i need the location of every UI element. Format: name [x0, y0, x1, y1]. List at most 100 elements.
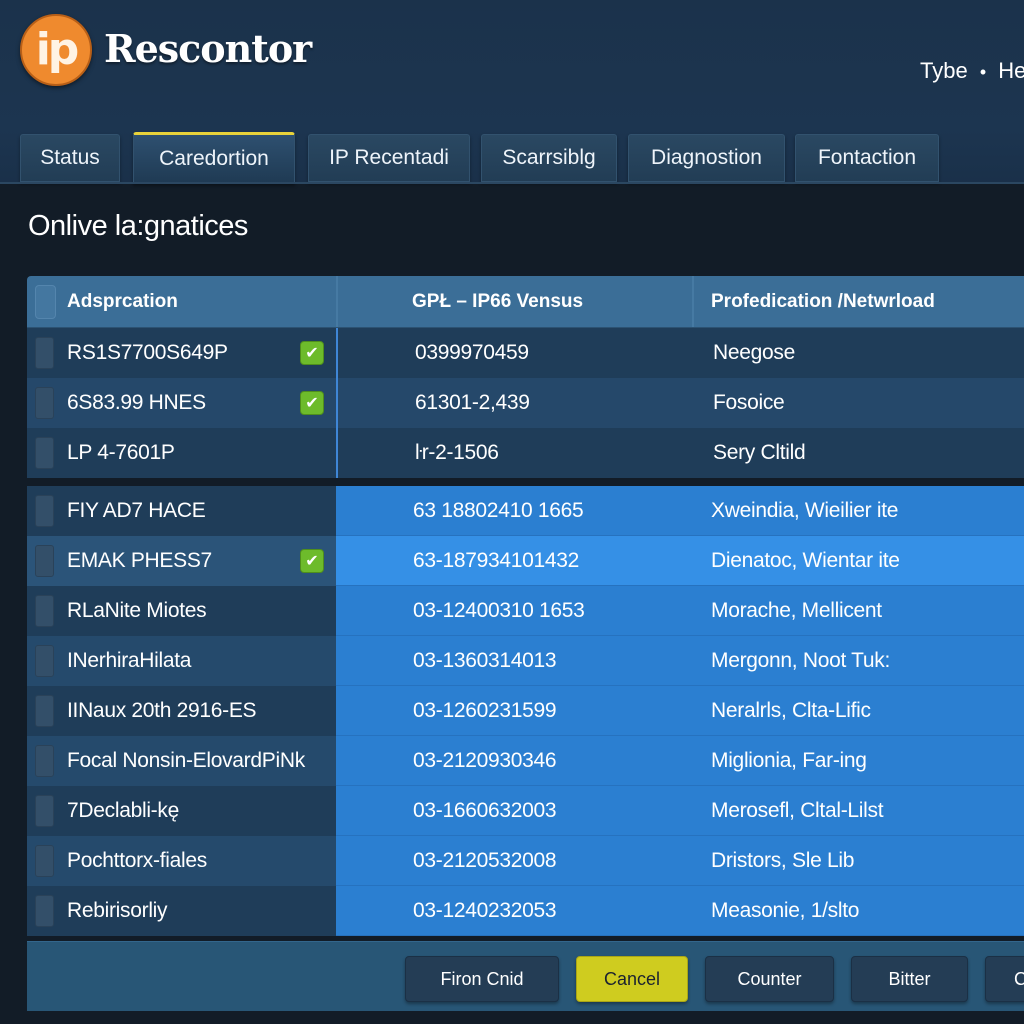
ip-value: 03-2120532008 [413, 848, 557, 872]
tab-fontaction[interactable]: Fontaction [795, 134, 939, 182]
ip-value: 03-1260231599 [413, 698, 557, 722]
application-name: Rebirisorliy [67, 899, 168, 922]
table-row[interactable]: IINaux 20th 2916-ES 03-1260231599 Neralrls… [27, 686, 1024, 736]
application-cell: Focal Nonsin-ElovardPiNk [27, 736, 336, 786]
application-name: EMAK PHESS7 [67, 549, 212, 572]
table-row[interactable]: 6S83.99 HNES ✔ 61301-2,439 Fosoice [27, 378, 1024, 428]
details-cell: ŀr-2-1506 Sery Cltild [336, 428, 1024, 478]
location-value: Dienatoc, Wientar ite [711, 548, 900, 572]
location-value: Merosefl, Cltal-Lilst [711, 798, 884, 822]
check-icon: ✔ [300, 341, 324, 365]
tab-diagnostion[interactable]: Diagnostion [628, 134, 785, 182]
ip-value: 0399970459 [415, 341, 529, 364]
location-value: Sery Cltild [713, 441, 806, 464]
cancel-button[interactable]: Cancel [576, 956, 688, 1002]
details-cell: 63 18802410 1665 Xweindia, Wieilier ite [336, 486, 1024, 536]
diagnostics-table: Adsprcation GPŁ – IP66 Vensus Profedicat… [27, 276, 1024, 936]
row-checkbox[interactable] [35, 595, 54, 627]
row-checkbox[interactable] [35, 845, 54, 877]
tab-caredortion[interactable]: Caredortion [133, 132, 295, 184]
row-checkbox[interactable] [35, 337, 54, 369]
header-meta: Tybe • He [920, 58, 1024, 84]
row-checkbox[interactable] [35, 645, 54, 677]
column-header-application[interactable]: Adsprcation [67, 291, 178, 313]
column-header-location[interactable]: Profedication /Netwrload [711, 291, 935, 313]
separator-dot: • [979, 62, 987, 82]
details-cell: 03-2120532008 Dristors, Sle Lib [336, 836, 1024, 886]
ip-value: 03-1660632003 [413, 798, 557, 822]
table-row[interactable]: FIY AD7 HACE 63 18802410 1665 Xweindia, Wi… [27, 486, 1024, 536]
row-checkbox[interactable] [35, 695, 54, 727]
row-checkbox[interactable] [35, 795, 54, 827]
application-name: 7Declabli-kę [67, 799, 179, 822]
location-value: Neegose [713, 341, 795, 364]
section-title: Onlive la:gnatices [28, 210, 248, 242]
row-checkbox[interactable] [35, 895, 54, 927]
row-checkbox[interactable] [35, 545, 54, 577]
table-row[interactable]: Rebirisorliy 03-1240232053 Measonie, 1/slt… [27, 886, 1024, 936]
app-header: ip Rescontor Tybe • He Status Caredortio… [0, 0, 1024, 184]
application-name: RLaNite Miotes [67, 599, 207, 622]
location-value: Mergonn, Noot Tuk: [711, 648, 891, 672]
ip-logo-icon: ip [20, 14, 92, 86]
column-divider [692, 276, 694, 327]
bitter-button[interactable]: Bitter [851, 956, 968, 1002]
details-cell: 03-1360314013 Mergonn, Noot Tuk: [336, 636, 1024, 686]
table-row[interactable]: Pochttorx-fiales 03-2120532008 Dristors, S… [27, 836, 1024, 886]
table-row[interactable]: RLaNite Miotes 03-12400310 1653 Morache, M… [27, 586, 1024, 636]
application-cell: 7Declabli-kę [27, 786, 336, 836]
column-header-ip[interactable]: GPŁ – IP66 Vensus [412, 291, 583, 313]
help-link[interactable]: He [998, 58, 1024, 83]
application-cell: RLaNite Miotes [27, 586, 336, 636]
location-value: Fosoice [713, 391, 785, 414]
location-value: Measonie, 1/slto [711, 898, 860, 922]
extra-button[interactable]: C [985, 956, 1024, 1002]
application-name: Pochttorx-fiales [67, 849, 207, 872]
table-row[interactable]: Focal Nonsin-ElovardPiNk 03-2120930346 Mig… [27, 736, 1024, 786]
details-cell: 03-2120930346 Miglionia, Far-ing [336, 736, 1024, 786]
ip-value: 03-12400310 1653 [413, 598, 585, 622]
select-all-checkbox[interactable] [35, 285, 56, 319]
details-cell: 63-187934101432 Dienatoc, Wientar ite [336, 536, 1024, 586]
application-cell: FIY AD7 HACE [27, 486, 336, 536]
ip-value: 03-1360314013 [413, 648, 557, 672]
application-cell: 6S83.99 HNES ✔ [27, 378, 336, 428]
row-checkbox[interactable] [35, 437, 54, 469]
row-checkbox[interactable] [35, 387, 54, 419]
application-name: Focal Nonsin-ElovardPiNk [67, 749, 305, 772]
footer-bar: Firon Cnid Cancel Counter Bitter C [27, 941, 1024, 1011]
details-cell: 0399970459 Neegose [336, 328, 1024, 378]
type-link[interactable]: Tybe [920, 58, 968, 83]
ip-value: 61301-2,439 [415, 391, 530, 414]
table-row[interactable]: 7Declabli-kę 03-1660632003 Merosefl, Cltal… [27, 786, 1024, 836]
application-name: 6S83.99 HNES [67, 391, 206, 414]
location-value: Miglionia, Far-ing [711, 748, 867, 772]
firon-cnid-button[interactable]: Firon Cnid [405, 956, 559, 1002]
row-checkbox[interactable] [35, 745, 54, 777]
details-cell: 61301-2,439 Fosoice [336, 378, 1024, 428]
details-cell: 03-1240232053 Measonie, 1/slto [336, 886, 1024, 936]
table-row[interactable]: EMAK PHESS7 ✔ 63-187934101432 Dienatoc, Wie… [27, 536, 1024, 586]
location-value: Dristors, Sle Lib [711, 848, 855, 872]
application-cell: INerhiraHilata [27, 636, 336, 686]
tab-status[interactable]: Status [20, 134, 120, 182]
tab-scarrsiblg[interactable]: Scarrsiblg [481, 134, 617, 182]
tab-ip-recentadi[interactable]: IP Recentadi [308, 134, 470, 182]
location-value: Morache, Mellicent [711, 598, 882, 622]
application-cell: RS1S7700S649P ✔ [27, 328, 336, 378]
table-row[interactable]: LP 4-7601P ŀr-2-1506 Sery Cltild [27, 428, 1024, 478]
table-row[interactable]: INerhiraHilata 03-1360314013 Mergonn, Noot… [27, 636, 1024, 686]
ip-value: ŀr-2-1506 [415, 441, 499, 464]
application-cell: Pochttorx-fiales [27, 836, 336, 886]
application-name: RS1S7700S649P [67, 341, 228, 364]
column-divider [336, 276, 338, 327]
location-value: Neralrls, Clta-Lific [711, 698, 871, 722]
table-row[interactable]: RS1S7700S649P ✔ 0399970459 Neegose [27, 328, 1024, 378]
row-checkbox[interactable] [35, 495, 54, 527]
table-group-b: FIY AD7 HACE 63 18802410 1665 Xweindia, Wi… [27, 486, 1024, 936]
app-title: Rescontor [104, 26, 312, 71]
application-name: FIY AD7 HACE [67, 499, 206, 522]
application-cell: EMAK PHESS7 ✔ [27, 536, 336, 586]
counter-button[interactable]: Counter [705, 956, 834, 1002]
ip-value: 63-187934101432 [413, 548, 580, 572]
